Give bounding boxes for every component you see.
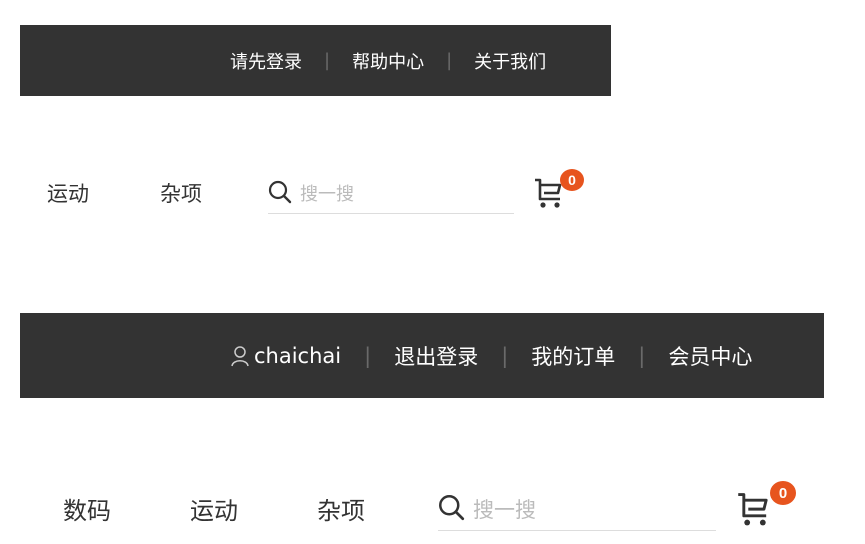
- help-center-link[interactable]: 帮助中心: [352, 48, 424, 74]
- about-us-link[interactable]: 关于我们: [474, 48, 546, 74]
- nav-item-digital[interactable]: 数码: [63, 491, 111, 526]
- nav-item-misc[interactable]: 杂项: [160, 178, 202, 208]
- user-profile-link[interactable]: chaichai: [230, 344, 341, 368]
- member-center-link[interactable]: 会员中心: [668, 341, 752, 371]
- cart-count-badge: 0: [770, 481, 796, 505]
- search-icon[interactable]: [438, 494, 465, 525]
- top-bar-user: chaichai | 退出登录 | 我的订单 | 会员中心: [20, 313, 824, 398]
- cart-button[interactable]: 0: [736, 481, 798, 527]
- search-box: [268, 175, 514, 214]
- nav-item-misc[interactable]: 杂项: [317, 491, 365, 526]
- login-link[interactable]: 请先登录: [230, 48, 302, 74]
- username: chaichai: [254, 343, 342, 368]
- search-input[interactable]: [300, 183, 480, 205]
- cart-button[interactable]: 0: [533, 169, 587, 209]
- search-icon[interactable]: [268, 180, 292, 208]
- separator: |: [638, 343, 646, 368]
- separator: |: [364, 343, 372, 368]
- search-box: [438, 489, 716, 531]
- logout-link[interactable]: 退出登录: [394, 341, 478, 371]
- cart-count-badge: 0: [560, 169, 584, 191]
- top-bar-guest: 请先登录 | 帮助中心 | 关于我们: [20, 25, 611, 96]
- nav-item-sports[interactable]: 运动: [47, 178, 89, 208]
- my-orders-link[interactable]: 我的订单: [531, 341, 615, 371]
- nav-bar-user: 数码 运动 杂项 0: [0, 478, 865, 538]
- user-icon: [230, 345, 250, 367]
- nav-item-sports[interactable]: 运动: [190, 491, 238, 526]
- separator: |: [446, 50, 453, 71]
- separator: |: [501, 343, 509, 368]
- separator: |: [324, 50, 331, 71]
- nav-bar-guest: 运动 杂项 0: [0, 165, 620, 220]
- search-input[interactable]: [473, 497, 653, 522]
